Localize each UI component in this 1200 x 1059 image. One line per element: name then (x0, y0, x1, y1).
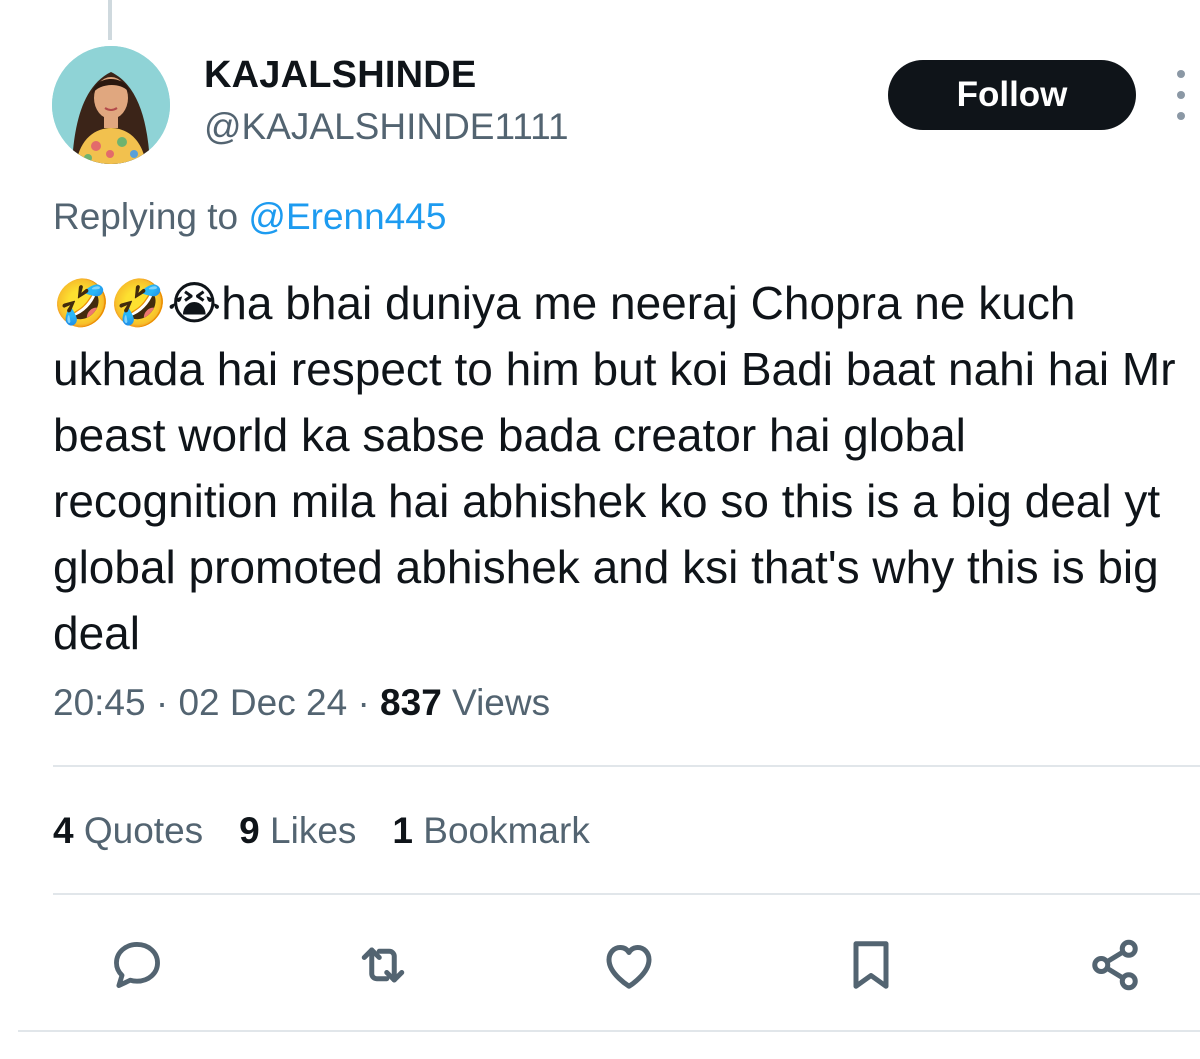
avatar[interactable] (52, 46, 170, 164)
replying-to-line: Replying to @Erenn445 (53, 196, 446, 238)
quotes-label: Quotes (83, 810, 204, 851)
bookmark-icon[interactable] (836, 930, 906, 1000)
more-dot (1177, 91, 1185, 99)
divider (53, 765, 1200, 767)
follow-button[interactable]: Follow (888, 60, 1136, 130)
replying-prefix: Replying to (53, 196, 249, 237)
reply-mention-link[interactable]: @Erenn445 (248, 196, 446, 237)
tweet-text: 🤣🤣😭ha bhai duniya me neeraj Chopra ne ku… (53, 277, 1189, 659)
tweet-date[interactable]: 02 Dec 24 (178, 682, 347, 723)
tweet-time[interactable]: 20:45 (53, 682, 146, 723)
bottom-divider (18, 1030, 1200, 1032)
quotes-count: 4 (53, 810, 74, 851)
views-label: Views (452, 682, 551, 723)
views-count: 837 (380, 682, 442, 723)
more-vertical-icon[interactable] (1170, 70, 1192, 120)
likes-stat[interactable]: 9 Likes (239, 810, 356, 852)
engagement-stats: 4 Quotes 9 Likes 1 Bookmark (53, 810, 590, 852)
action-bar (0, 930, 1200, 1000)
avatar-illustration (52, 46, 170, 164)
reply-icon[interactable] (102, 930, 172, 1000)
quotes-stat[interactable]: 4 Quotes (53, 810, 203, 852)
author-display-name[interactable]: KAJALSHINDE (204, 54, 476, 97)
more-dot (1177, 70, 1185, 78)
meta-separator: · (357, 682, 370, 723)
bookmarks-stat[interactable]: 1 Bookmark (392, 810, 589, 852)
bookmarks-label: Bookmark (423, 810, 590, 851)
likes-label: Likes (270, 810, 357, 851)
bookmarks-count: 1 (392, 810, 413, 851)
author-handle[interactable]: @KAJALSHINDE1111 (204, 106, 569, 148)
tweet-meta: 20:45 · 02 Dec 24 · 837 Views (53, 682, 550, 724)
share-icon[interactable] (1080, 930, 1150, 1000)
likes-count: 9 (239, 810, 260, 851)
like-icon[interactable] (594, 930, 664, 1000)
divider (53, 893, 1200, 895)
thread-connector-line (108, 0, 112, 40)
retweet-icon[interactable] (348, 930, 418, 1000)
more-dot (1177, 112, 1185, 120)
meta-separator: · (155, 682, 169, 723)
